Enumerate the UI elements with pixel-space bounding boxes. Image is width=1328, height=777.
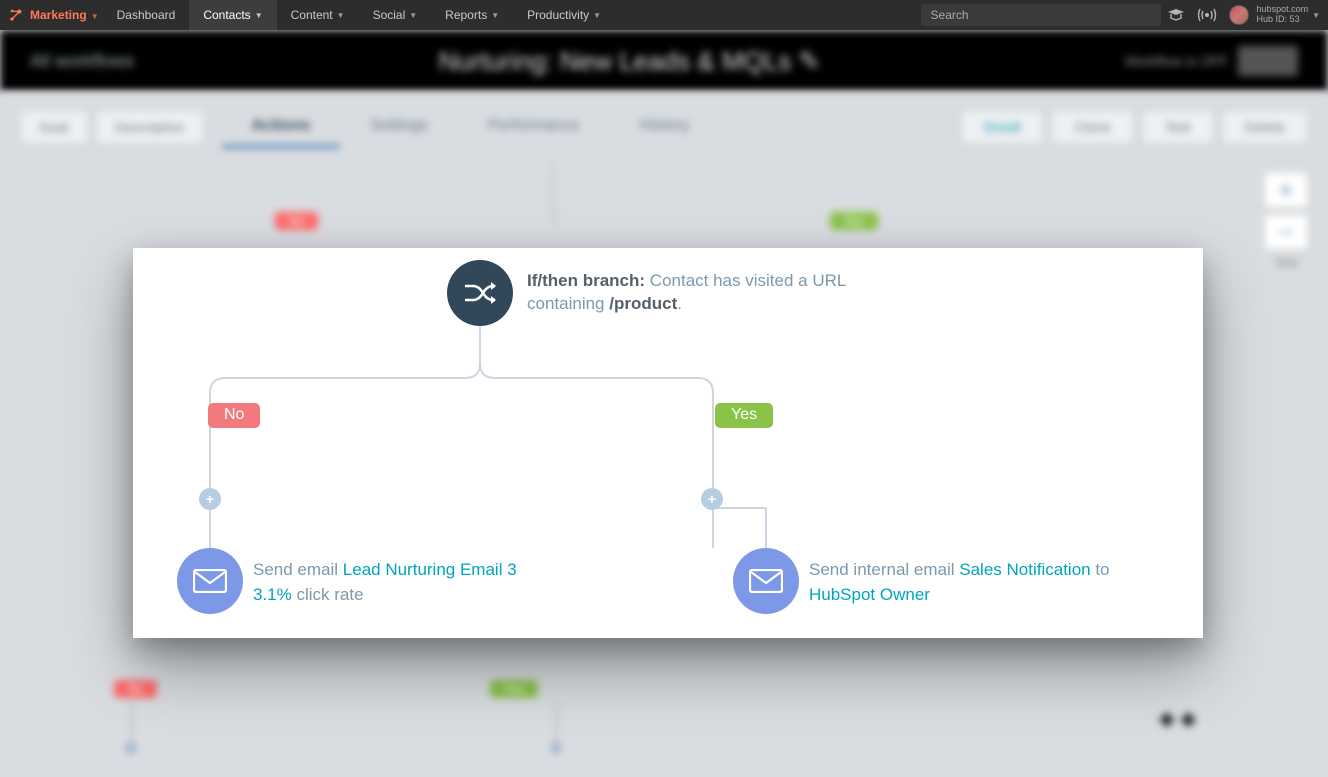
academy-icon[interactable] bbox=[1167, 8, 1185, 22]
tab-history[interactable]: History bbox=[610, 107, 720, 148]
nav-dashboard[interactable]: Dashboard bbox=[103, 0, 190, 30]
brand-label[interactable]: Marketing▼ bbox=[30, 8, 99, 22]
top-nav: Marketing▼ Dashboard Contacts▼ Content▼ … bbox=[0, 0, 1328, 30]
toolbar: Goal Description Actions Settings Perfor… bbox=[0, 92, 1328, 162]
tab-actions[interactable]: Actions bbox=[222, 107, 341, 148]
tab-performance[interactable]: Performance bbox=[458, 107, 610, 148]
zoom-level: 70% bbox=[1264, 256, 1308, 270]
left-metric-value: 3.1% bbox=[253, 585, 292, 604]
nav-reports[interactable]: Reports▼ bbox=[431, 0, 513, 30]
workflow-status: Workflow is OFF bbox=[1125, 53, 1228, 69]
branch-node[interactable] bbox=[447, 260, 513, 326]
right-email-link[interactable]: Sales Notification bbox=[959, 560, 1090, 579]
nav-content[interactable]: Content▼ bbox=[277, 0, 359, 30]
bg-pill-yes: Yes bbox=[830, 212, 878, 230]
nav-productivity[interactable]: Productivity▼ bbox=[513, 0, 615, 30]
send-email-right-text: Send internal email Sales Notification t… bbox=[809, 558, 1179, 607]
breadcrumb[interactable]: All workflows bbox=[30, 51, 134, 72]
clone-button[interactable]: Clone bbox=[1051, 110, 1134, 144]
bg-pill-no: No bbox=[275, 212, 318, 230]
right-mid: to bbox=[1091, 560, 1110, 579]
send-email-left-text: Send email Lead Nurturing Email 3 3.1% c… bbox=[253, 558, 573, 607]
bg-pill-no-2: No bbox=[114, 680, 157, 698]
avatar[interactable] bbox=[1229, 5, 1249, 25]
send-email-node-right[interactable] bbox=[733, 548, 799, 614]
shuffle-icon bbox=[463, 278, 497, 308]
zoom-controls: ＋ － 70% bbox=[1264, 172, 1308, 270]
add-action-right[interactable]: + bbox=[701, 488, 723, 510]
branch-description: If/then branch: Contact has visited a UR… bbox=[527, 270, 867, 316]
hub-id: Hub ID: 53 bbox=[1257, 15, 1309, 25]
test-button[interactable]: Test bbox=[1142, 110, 1214, 144]
right-prefix: Send internal email bbox=[809, 560, 959, 579]
description-button[interactable]: Description bbox=[96, 110, 204, 144]
delete-button[interactable]: Delete bbox=[1222, 110, 1308, 144]
left-prefix: Send email bbox=[253, 560, 343, 579]
branch-label: If/then branch: bbox=[527, 271, 645, 290]
page-header: All workflows Nurturing: New Leads & MQL… bbox=[0, 30, 1328, 92]
left-metric-label: click rate bbox=[292, 585, 364, 604]
add-action-left[interactable]: + bbox=[199, 488, 221, 510]
bg-pill-yes-2: Yes bbox=[490, 680, 538, 698]
branch-no-pill: No bbox=[208, 403, 260, 428]
tab-settings[interactable]: Settings bbox=[340, 107, 458, 148]
nav-contacts[interactable]: Contacts▼ bbox=[189, 0, 276, 30]
right-recipient-link[interactable]: HubSpot Owner bbox=[809, 585, 930, 604]
workflow-toggle[interactable] bbox=[1238, 46, 1298, 76]
hub-info[interactable]: hubspot.com Hub ID: 53 bbox=[1257, 5, 1309, 25]
drag-handle[interactable]: ✦✦ bbox=[1155, 704, 1198, 737]
goal-button[interactable]: Goal bbox=[20, 110, 88, 144]
edit-icon[interactable]: ✎ bbox=[798, 46, 820, 76]
zoom-in-button[interactable]: ＋ bbox=[1264, 172, 1308, 208]
send-email-node-left[interactable] bbox=[177, 548, 243, 614]
mail-icon bbox=[749, 569, 783, 593]
mail-icon bbox=[193, 569, 227, 593]
branch-condition-value: /product bbox=[609, 294, 677, 313]
workflow-tabs: Actions Settings Performance History bbox=[222, 107, 720, 148]
branch-yes-pill: Yes bbox=[715, 403, 773, 428]
search-input[interactable] bbox=[921, 4, 1161, 26]
hubspot-logo-icon bbox=[8, 7, 24, 23]
zoom-out-button[interactable]: － bbox=[1264, 214, 1308, 250]
workflow-title: Nurturing: New Leads & MQLs ✎ bbox=[134, 46, 1125, 77]
workflow-focus-panel: If/then branch: Contact has visited a UR… bbox=[133, 248, 1203, 638]
enroll-button[interactable]: Enroll bbox=[961, 110, 1043, 144]
broadcast-icon[interactable] bbox=[1197, 7, 1217, 23]
nav-social[interactable]: Social▼ bbox=[359, 0, 432, 30]
left-email-link[interactable]: Lead Nurturing Email 3 bbox=[343, 560, 517, 579]
